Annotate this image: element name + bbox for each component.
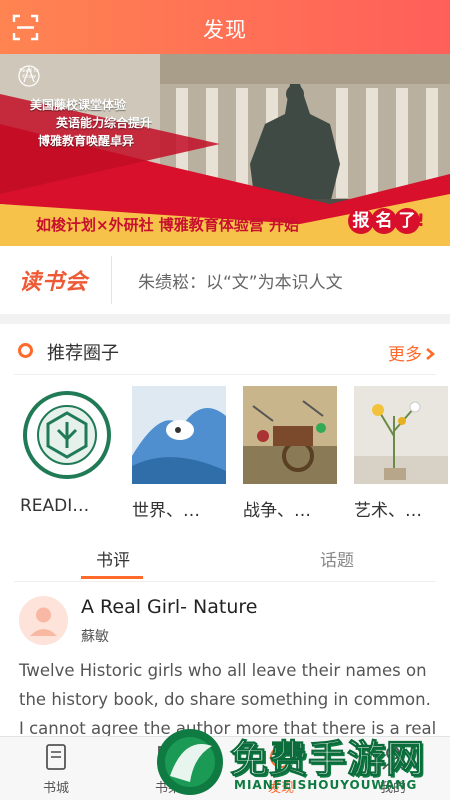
circle-name: 战争、…	[243, 501, 311, 521]
circle-name: READI…	[20, 496, 90, 516]
banner-tagline: 如梭计划×外研社 博雅教育体验营 开始	[36, 216, 300, 234]
circle-thumbnail	[243, 386, 337, 484]
book-city-icon	[46, 744, 66, 770]
reading-club-logo: 读书会	[19, 270, 89, 295]
more-label: 更多	[388, 345, 422, 365]
circle-card[interactable]: 世界、…	[132, 386, 228, 521]
recommended-circles: 推荐圈子 更多 READI… 世界、… 战争、… 艺术、…	[0, 324, 450, 530]
feed-section: 书评 话题 A Real Girl- Nature 蘇敏 Twelve Hist…	[0, 530, 450, 738]
site-watermark: 免费手游网 MIANFEISHOUYOUWANG	[150, 724, 450, 800]
nav-label: 书城	[42, 781, 69, 796]
circle-name: 艺术、…	[354, 501, 422, 521]
active-tab-indicator	[81, 576, 143, 579]
watermark-subtitle: MIANFEISHOUYOUWANG	[234, 778, 418, 792]
app-root: 发现 Read to Know 美国藤校课堂体验 英语能力综合提升 博雅教育唤醒…	[0, 0, 450, 800]
more-link[interactable]: 更多	[388, 340, 436, 365]
watermark-title: 免费手游网	[229, 737, 426, 782]
divider	[14, 581, 436, 582]
top-bar: 发现	[0, 0, 450, 54]
user-avatar-icon	[19, 596, 68, 645]
circle-thumbnail	[20, 386, 114, 484]
circle-thumbnail	[354, 386, 448, 484]
promo-banner[interactable]: Read to Know 美国藤校课堂体验 英语能力综合提升 博雅教育唤醒卓异 …	[0, 54, 450, 246]
tab-book-review[interactable]: 书评	[96, 546, 130, 571]
banner-line-2: 英语能力综合提升	[56, 116, 153, 130]
circle-name: 世界、…	[132, 501, 200, 521]
circle-card[interactable]: 艺术、…	[354, 386, 450, 521]
chevron-right-icon	[426, 348, 436, 360]
signup-suffix: !	[417, 211, 425, 231]
section-heading: 推荐圈子	[47, 343, 119, 364]
review-title[interactable]: A Real Girl- Nature	[81, 596, 257, 618]
circle-thumbnail	[132, 386, 226, 484]
divider	[14, 374, 436, 375]
banner-line-3: 博雅教育唤醒卓异	[38, 134, 135, 148]
signup-badge: 报名了!	[348, 208, 425, 234]
page-title: 发现	[203, 18, 247, 42]
reading-club-headline[interactable]: 朱绩崧：以“文”为本识人文	[138, 268, 343, 293]
review-author[interactable]: 蘇敏	[81, 626, 109, 646]
divider	[111, 256, 112, 304]
circle-card[interactable]: 战争、…	[243, 386, 339, 521]
tab-topics[interactable]: 话题	[320, 546, 354, 571]
avatar[interactable]	[19, 596, 68, 645]
banner-line-1: 美国藤校课堂体验	[30, 98, 127, 112]
circle-card[interactable]: READI…	[20, 386, 116, 516]
nav-item-bookstore[interactable]: 书城	[11, 737, 101, 800]
reading-club-bar[interactable]: 读书会 朱绩崧：以“文”为本识人文	[0, 246, 450, 314]
watermark-logo-icon	[157, 729, 223, 795]
banner-brand: Read to Know	[19, 68, 39, 80]
section-dot-icon	[18, 343, 33, 358]
